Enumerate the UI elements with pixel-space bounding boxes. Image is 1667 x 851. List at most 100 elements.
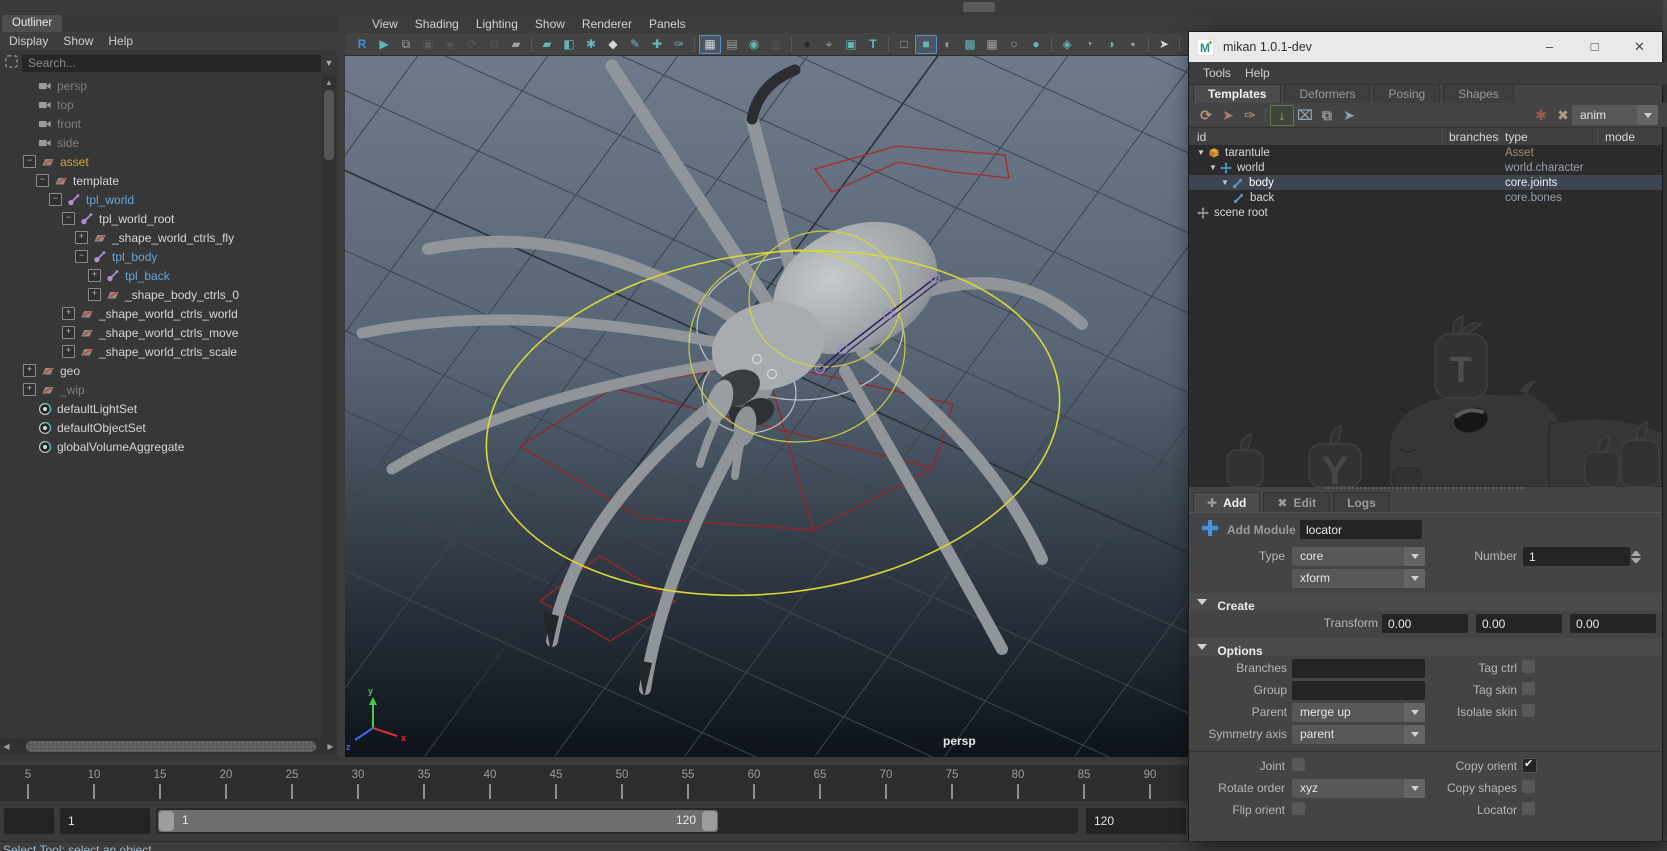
viewport-toolbar-item[interactable]: ▤ (721, 35, 743, 54)
viewport-toolbar-item[interactable]: ▦ (981, 35, 1003, 54)
expander-icon[interactable]: − (49, 193, 62, 206)
mikan-toolbar-icon[interactable]: ⌧ (1294, 106, 1316, 125)
toolbar-icon[interactable]: ◔ (1078, 35, 1100, 54)
expander-icon[interactable]: + (88, 288, 101, 301)
viewport-toolbar-item[interactable]: ◈ (1056, 35, 1078, 54)
subtype-dropdown[interactable]: xform (1292, 569, 1425, 588)
flip-orient-checkbox[interactable] (1292, 802, 1305, 815)
toolbar-icon[interactable]: ◑ (1100, 35, 1122, 54)
mikan-toolbar-icon[interactable]: ↓ (1270, 105, 1294, 126)
expander-icon[interactable]: − (62, 212, 75, 225)
viewport-toolbar-item[interactable]: ⧉ (483, 35, 505, 54)
toolbar-icon[interactable]: ⌖ (818, 35, 840, 54)
add-module-plus-icon[interactable]: ✚ (1201, 519, 1219, 539)
viewport-toolbar-item[interactable]: T (862, 35, 884, 54)
template-tree-row[interactable]: ▼ body core.joints (1189, 175, 1662, 190)
viewport-toolbar-item[interactable]: ▣ (840, 35, 862, 54)
viewport-toolbar-item[interactable] (1047, 37, 1056, 51)
toolbar-icon[interactable]: ◈ (1056, 35, 1078, 54)
viewport-toolbar-item[interactable] (884, 37, 893, 51)
toolbar-icon[interactable]: ◧ (558, 35, 580, 54)
outliner-item[interactable]: + _wip (0, 380, 322, 399)
outliner-item[interactable]: globalVolumeAggregate (0, 437, 322, 456)
mikan-toolbar-item[interactable]: ➤ (1217, 106, 1239, 125)
toolbar-icon[interactable]: ✱ (580, 35, 602, 54)
viewport-toolbar-item[interactable] (527, 37, 536, 51)
outliner-item[interactable]: front (0, 114, 322, 133)
outliner-men-item[interactable]: Help (108, 34, 133, 48)
template-tree-row[interactable]: ▼ world world.character (1189, 160, 1662, 175)
viewport-toolbar-item[interactable]: ✑ (668, 35, 690, 54)
toolbar-icon[interactable]: ◐ (937, 35, 959, 54)
module-name-field[interactable] (1300, 520, 1422, 539)
mikan-toolbar-item[interactable]: ⧉ (1316, 106, 1338, 125)
mikan-tab[interactable]: Posing (1373, 84, 1440, 104)
toolbar-icon[interactable]: ▦ (981, 35, 1003, 54)
expand-arrow-icon[interactable]: ▼ (1221, 178, 1232, 187)
viewport-menu-item[interactable]: Renderer (582, 17, 632, 31)
outliner-horizontal-scrollbar[interactable]: ◀ ▶ (0, 738, 337, 754)
outliner-item[interactable]: + geo (0, 361, 322, 380)
outliner-item[interactable]: − tpl_body (0, 247, 322, 266)
joint-checkbox[interactable] (1292, 758, 1305, 771)
column-header[interactable]: mode (1605, 130, 1635, 144)
template-tree-row[interactable]: back core.bones (1189, 190, 1662, 205)
toolbar-icon[interactable]: ▶ (373, 35, 395, 54)
viewport-toolbar-item[interactable] (787, 37, 796, 51)
outliner-item[interactable]: persp (0, 76, 322, 95)
expander-icon[interactable]: + (62, 326, 75, 339)
mikan-toolbar-icon[interactable]: ✖ (1552, 106, 1574, 125)
viewport-toolbar-item[interactable]: ◆ (602, 35, 624, 54)
toolbar-icon[interactable]: ⟳ (461, 35, 483, 54)
scroll-right-icon[interactable]: ▶ (324, 742, 337, 751)
outliner-vertical-scrollbar[interactable]: ▲ ▼ (322, 76, 336, 752)
viewport-toolbar-item[interactable]: ○ (1003, 35, 1025, 54)
mikan-toolbar-icon[interactable]: ✱ (1530, 106, 1552, 125)
expand-arrow-icon[interactable]: ▼ (1209, 163, 1220, 172)
viewport-toolbar-item[interactable] (1175, 37, 1184, 51)
number-field[interactable] (1523, 547, 1630, 566)
mikan-menu-item[interactable]: Tools (1203, 66, 1231, 80)
outliner-item[interactable]: − tpl_world_root (0, 209, 322, 228)
toolbar-icon[interactable]: ✚ (646, 35, 668, 54)
toolbar-icon[interactable]: R (351, 35, 373, 54)
toolbar-icon[interactable]: ▰ (536, 35, 558, 54)
outliner-item[interactable]: − tpl_world (0, 190, 322, 209)
toolbar-icon[interactable]: ⧉ (483, 35, 505, 54)
scrollbar-thumb[interactable] (324, 90, 334, 160)
toolbar-icon[interactable]: ▰ (505, 35, 527, 54)
mikan-toolbar-icon[interactable]: ✑ (1239, 106, 1261, 125)
tag-skin-checkbox[interactable] (1522, 682, 1535, 695)
expander-icon[interactable]: − (36, 174, 49, 187)
outliner-item[interactable]: defaultObjectSet (0, 418, 322, 437)
chevron-down-icon[interactable] (1404, 725, 1425, 744)
number-spinner[interactable] (1630, 547, 1641, 566)
symmetry-axis-dropdown[interactable]: parent (1292, 725, 1425, 744)
outliner-item[interactable]: + _shape_body_ctrls_0 (0, 285, 322, 304)
titlebar[interactable]: M mikan 1.0.1-dev – □ ✕ (1189, 32, 1662, 62)
copy-orient-checkbox[interactable] (1522, 758, 1537, 773)
viewport-menu-item[interactable]: Show (535, 17, 565, 31)
viewport-toolbar-item[interactable]: □ (893, 35, 915, 54)
3d-viewport[interactable]: y x z persp (345, 56, 1188, 757)
viewport-toolbar-item[interactable]: R (351, 35, 373, 54)
search-options-chevron-icon[interactable]: ▼ (321, 58, 337, 68)
mikan-menu-item[interactable]: Help (1245, 66, 1270, 80)
viewport-menu-item[interactable]: Panels (649, 17, 686, 31)
time-slider[interactable]: 5 10 15 20 25 30 35 40 45 50 55 60 65 70… (0, 761, 1188, 805)
toolbar-icon[interactable]: ▦ (699, 35, 721, 54)
expander-icon[interactable]: + (62, 307, 75, 320)
outliner-item[interactable]: − template (0, 171, 322, 190)
viewport-toolbar-item[interactable]: ● (796, 35, 818, 54)
viewport-toolbar-item[interactable]: ⌖ (818, 35, 840, 54)
expander-icon[interactable]: − (23, 155, 36, 168)
viewport-toolbar-item[interactable]: ▰ (505, 35, 527, 54)
outliner-item[interactable]: + _shape_world_ctrls_scale (0, 342, 322, 361)
toolbar-icon[interactable]: ● (796, 35, 818, 54)
toolbar-icon[interactable]: ▣ (840, 35, 862, 54)
expander-icon[interactable]: + (75, 231, 88, 244)
viewport-menu-item[interactable]: View (372, 17, 398, 31)
range-left-field[interactable] (4, 808, 54, 834)
mikan-toolbar-item[interactable]: ↓ (1270, 105, 1294, 126)
viewport-toolbar-item[interactable]: ◑ (1100, 35, 1122, 54)
